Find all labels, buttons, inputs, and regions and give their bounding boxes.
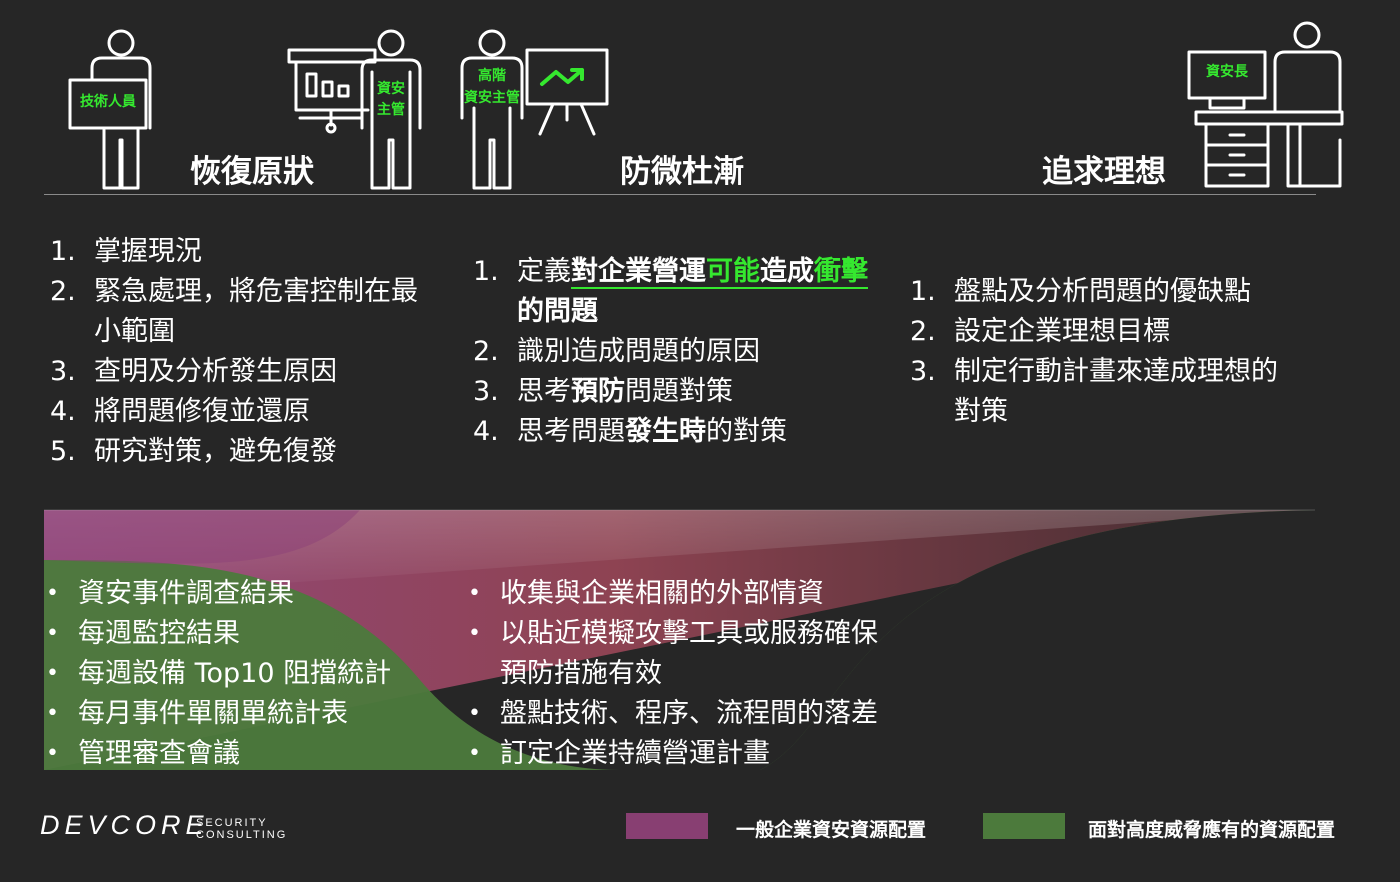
list-item: 訂定企業持續營運計畫 bbox=[468, 734, 928, 774]
list-item: 每月事件單關單統計表 bbox=[46, 694, 466, 734]
outputs-prevent-list: 收集與企業相關的外部情資 以貼近模擬攻擊工具或服務確保預防措施有效 盤點技術、程… bbox=[468, 574, 928, 774]
legend-label-high-threat: 面對高度威脅應有的資源配置 bbox=[1088, 819, 1336, 841]
list-item: 盤點技術、程序、流程間的落差 bbox=[468, 694, 928, 734]
list-item: 資安事件調查結果 bbox=[46, 574, 466, 614]
outputs-restore-list: 資安事件調查結果 每週監控結果 每週設備 Top10 阻擋統計 每月事件單關單統… bbox=[46, 574, 466, 774]
list-item: 以貼近模擬攻擊工具或服務確保預防措施有效 bbox=[468, 614, 928, 694]
list-item: 管理審查會議 bbox=[46, 734, 466, 774]
list-item: 每週設備 Top10 阻擋統計 bbox=[46, 654, 466, 694]
legend-swatch-general bbox=[626, 813, 708, 839]
list-item: 每週監控結果 bbox=[46, 614, 466, 654]
legend-swatch-high-threat bbox=[983, 813, 1065, 839]
legend-label-general: 一般企業資安資源配置 bbox=[736, 819, 927, 841]
devcore-logo-subtitle: SECURITY CONSULTING bbox=[196, 817, 288, 841]
devcore-logo: DEVCORE bbox=[40, 810, 209, 840]
list-item: 收集與企業相關的外部情資 bbox=[468, 574, 928, 614]
